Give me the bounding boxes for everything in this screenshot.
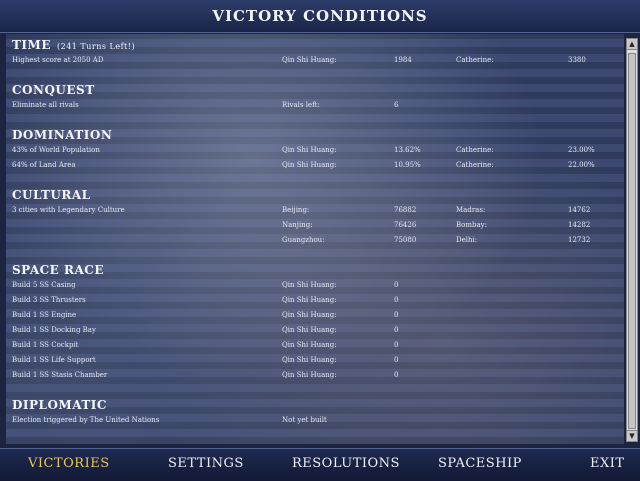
- leader-name: Qin Shi Huang:: [282, 296, 337, 304]
- scroll-up-button[interactable]: ▲: [627, 39, 637, 50]
- condition-label: Build 3 SS Thrusters: [12, 296, 86, 304]
- condition-label: Eliminate all rivals: [12, 101, 79, 109]
- vertical-scrollbar[interactable]: ▲ ▼: [626, 38, 638, 442]
- leader-name: Qin Shi Huang:: [282, 371, 337, 379]
- rival-city-name: Delhi:: [456, 236, 478, 244]
- condition-label: Build 1 SS Life Support: [12, 356, 96, 364]
- rival-name: Catherine:: [456, 161, 494, 169]
- scroll-thumb[interactable]: [628, 53, 636, 429]
- rival-value: 22.00%: [568, 161, 595, 169]
- condition-label: Build 5 SS Casing: [12, 281, 76, 289]
- leader-name: Qin Shi Huang:: [282, 281, 337, 289]
- time-row: Highest score at 2050 AD Qin Shi Huang: …: [6, 53, 624, 68]
- leader-name: Qin Shi Huang:: [282, 146, 337, 154]
- rival-city-name: Bombay:: [456, 221, 487, 229]
- rivals-left-value: 6: [394, 101, 399, 109]
- city-culture: 75080: [394, 236, 417, 244]
- parts-count: 0: [394, 341, 399, 349]
- condition-label: Build 1 SS Cockpit: [12, 341, 79, 349]
- nav-spaceship-tab[interactable]: SPACESHIP: [438, 456, 522, 471]
- city-culture: 76882: [394, 206, 417, 214]
- city-culture: 76426: [394, 221, 417, 229]
- space-row: Build 5 SS Casing Qin Shi Huang: 0: [6, 278, 624, 293]
- rival-city-name: Madras:: [456, 206, 486, 214]
- condition-label: 43% of World Population: [12, 146, 100, 154]
- nav-settings-tab[interactable]: SETTINGS: [168, 456, 244, 471]
- rival-city-culture: 12732: [568, 236, 591, 244]
- rival-name: Catherine:: [456, 146, 494, 154]
- bottom-nav-bar: VICTORIES SETTINGS RESOLUTIONS SPACESHIP…: [0, 448, 640, 481]
- cultural-row: Guangzhou: 75080 Delhi: 12732: [6, 233, 624, 248]
- cultural-row: Nanjing: 76426 Bombay: 14282: [6, 218, 624, 233]
- rivals-left-label: Rivals left:: [282, 101, 320, 109]
- leader-name: Qin Shi Huang:: [282, 326, 337, 334]
- conquest-row: Eliminate all rivals Rivals left: 6: [6, 98, 624, 113]
- section-title-conquest: CONQUEST: [12, 83, 95, 97]
- leader-value: 1984: [394, 56, 412, 64]
- condition-label: 64% of Land Area: [12, 161, 76, 169]
- nav-resolutions-tab[interactable]: RESOLUTIONS: [292, 456, 400, 471]
- space-row: Build 1 SS Stasis Chamber Qin Shi Huang:…: [6, 368, 624, 383]
- leader-name: Qin Shi Huang:: [282, 356, 337, 364]
- diplomatic-row: Election triggered by The United Nations…: [6, 413, 624, 428]
- turns-left-note: (241 Turns Left!): [56, 42, 136, 51]
- victory-conditions-panel: TIME (241 Turns Left!) Highest score at 2…: [6, 34, 624, 444]
- section-title-cultural: CULTURAL: [12, 188, 91, 202]
- condition-label: Build 1 SS Docking Bay: [12, 326, 96, 334]
- city-name: Nanjing:: [282, 221, 313, 229]
- parts-count: 0: [394, 281, 399, 289]
- section-title-space-race: SPACE RACE: [12, 263, 104, 277]
- parts-count: 0: [394, 371, 399, 379]
- exit-button[interactable]: EXIT: [590, 456, 625, 471]
- space-row: Build 3 SS Thrusters Qin Shi Huang: 0: [6, 293, 624, 308]
- rival-name: Catherine:: [456, 56, 494, 64]
- space-row: Build 1 SS Cockpit Qin Shi Huang: 0: [6, 338, 624, 353]
- condition-label: Build 1 SS Stasis Chamber: [12, 371, 108, 379]
- leader-name: Qin Shi Huang:: [282, 161, 337, 169]
- title-bar: VICTORY CONDITIONS: [0, 0, 640, 33]
- un-status: Not yet built: [282, 416, 327, 424]
- screen-title: VICTORY CONDITIONS: [212, 7, 428, 25]
- leader-name: Qin Shi Huang:: [282, 311, 337, 319]
- section-title-diplomatic: DIPLOMATIC: [12, 398, 107, 412]
- parts-count: 0: [394, 296, 399, 304]
- city-name: Guangzhou:: [282, 236, 325, 244]
- leader-value: 10.95%: [394, 161, 421, 169]
- parts-count: 0: [394, 356, 399, 364]
- leader-value: 13.62%: [394, 146, 421, 154]
- city-name: Beijing:: [282, 206, 310, 214]
- space-row: Build 1 SS Docking Bay Qin Shi Huang: 0: [6, 323, 624, 338]
- rival-city-culture: 14762: [568, 206, 591, 214]
- parts-count: 0: [394, 311, 399, 319]
- parts-count: 0: [394, 326, 399, 334]
- rival-value: 3380: [568, 56, 586, 64]
- leader-name: Qin Shi Huang:: [282, 56, 337, 64]
- section-title-domination: DOMINATION: [12, 128, 113, 142]
- space-row: Build 1 SS Engine Qin Shi Huang: 0: [6, 308, 624, 323]
- rival-value: 23.00%: [568, 146, 595, 154]
- domination-row: 43% of World Population Qin Shi Huang: 1…: [6, 143, 624, 158]
- space-row: Build 1 SS Life Support Qin Shi Huang: 0: [6, 353, 624, 368]
- condition-label: Highest score at 2050 AD: [12, 56, 104, 64]
- scroll-down-button[interactable]: ▼: [627, 430, 637, 441]
- leader-name: Qin Shi Huang:: [282, 341, 337, 349]
- condition-label: Election triggered by The United Nations: [12, 416, 160, 424]
- nav-victories-tab[interactable]: VICTORIES: [28, 456, 110, 471]
- condition-label: 3 cities with Legendary Culture: [12, 206, 125, 214]
- domination-row: 64% of Land Area Qin Shi Huang: 10.95% C…: [6, 158, 624, 173]
- condition-label: Build 1 SS Engine: [12, 311, 77, 319]
- cultural-row: 3 cities with Legendary Culture Beijing:…: [6, 203, 624, 218]
- rival-city-culture: 14282: [568, 221, 591, 229]
- section-title-time: TIME (241 Turns Left!): [12, 38, 136, 52]
